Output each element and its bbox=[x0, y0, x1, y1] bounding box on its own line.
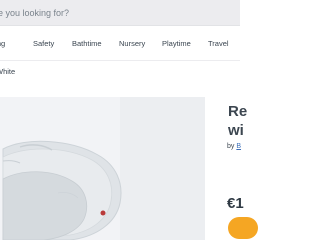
product-title-line-2: wi bbox=[228, 122, 244, 139]
brand-prefix: by bbox=[227, 143, 237, 150]
variant-label: White bbox=[0, 67, 16, 76]
search-bar bbox=[0, 0, 240, 26]
nav-item-nursery[interactable]: Nursery bbox=[119, 39, 145, 48]
product-price: €1 bbox=[227, 195, 244, 212]
product-title-line-1: Re bbox=[228, 103, 248, 120]
nav-item-travel[interactable]: Travel bbox=[208, 39, 229, 48]
product-gallery bbox=[0, 97, 205, 240]
product-image[interactable] bbox=[0, 97, 205, 240]
add-to-cart-button[interactable] bbox=[228, 217, 258, 239]
brand-tag-icon bbox=[100, 210, 106, 216]
category-nav: ding Safety Bathtime Nursery Playtime Tr… bbox=[0, 27, 240, 61]
search-input[interactable] bbox=[0, 5, 232, 21]
nav-item-safety[interactable]: Safety bbox=[33, 39, 54, 48]
product-title: Re wi bbox=[228, 102, 247, 140]
nav-item-playtime[interactable]: Playtime bbox=[162, 39, 191, 48]
nav-item-bedding[interactable]: ding bbox=[0, 39, 5, 48]
brand-line: by B bbox=[227, 143, 241, 150]
nav-item-bathtime[interactable]: Bathtime bbox=[72, 39, 102, 48]
brand-link[interactable]: B bbox=[236, 143, 241, 150]
